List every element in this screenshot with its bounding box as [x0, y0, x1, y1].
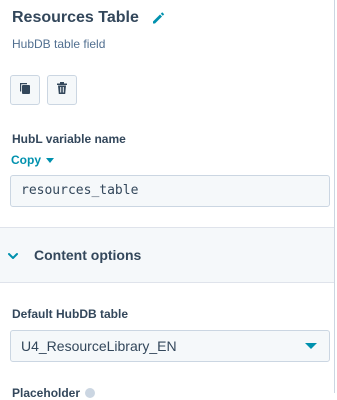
field-type-subtitle: HubDB table field — [12, 37, 106, 51]
field-title: Resources Table — [12, 9, 139, 26]
content-options-section[interactable]: Content options — [0, 227, 334, 283]
dropdown-caret-icon — [305, 343, 317, 349]
placeholder-label: Placeholder — [12, 386, 81, 400]
help-icon[interactable] — [85, 388, 96, 398]
hubl-variable-label: HubL variable name — [12, 132, 126, 146]
title-row: Resources Table — [12, 9, 165, 27]
panel-divider — [334, 0, 335, 393]
default-table-value: U4_ResourceLibrary_EN — [21, 338, 177, 354]
default-table-label: Default HubDB table — [12, 307, 129, 321]
copy-icon — [18, 81, 32, 100]
caret-down-icon — [46, 157, 54, 163]
content-options-label: Content options — [34, 247, 142, 263]
delete-button[interactable] — [47, 75, 77, 105]
trash-icon — [55, 81, 69, 100]
copy-dropdown[interactable]: Copy — [11, 153, 54, 167]
default-table-select[interactable]: U4_ResourceLibrary_EN — [10, 330, 330, 362]
chevron-down-icon — [7, 249, 19, 261]
hubl-variable-field[interactable]: resources_table — [10, 175, 330, 207]
pencil-icon[interactable] — [151, 11, 165, 25]
clone-button[interactable] — [10, 75, 40, 105]
placeholder-label-row: Placeholder — [12, 386, 96, 400]
field-editor-panel: Resources Table HubDB table field HubL v… — [0, 0, 334, 400]
copy-label: Copy — [11, 153, 41, 167]
